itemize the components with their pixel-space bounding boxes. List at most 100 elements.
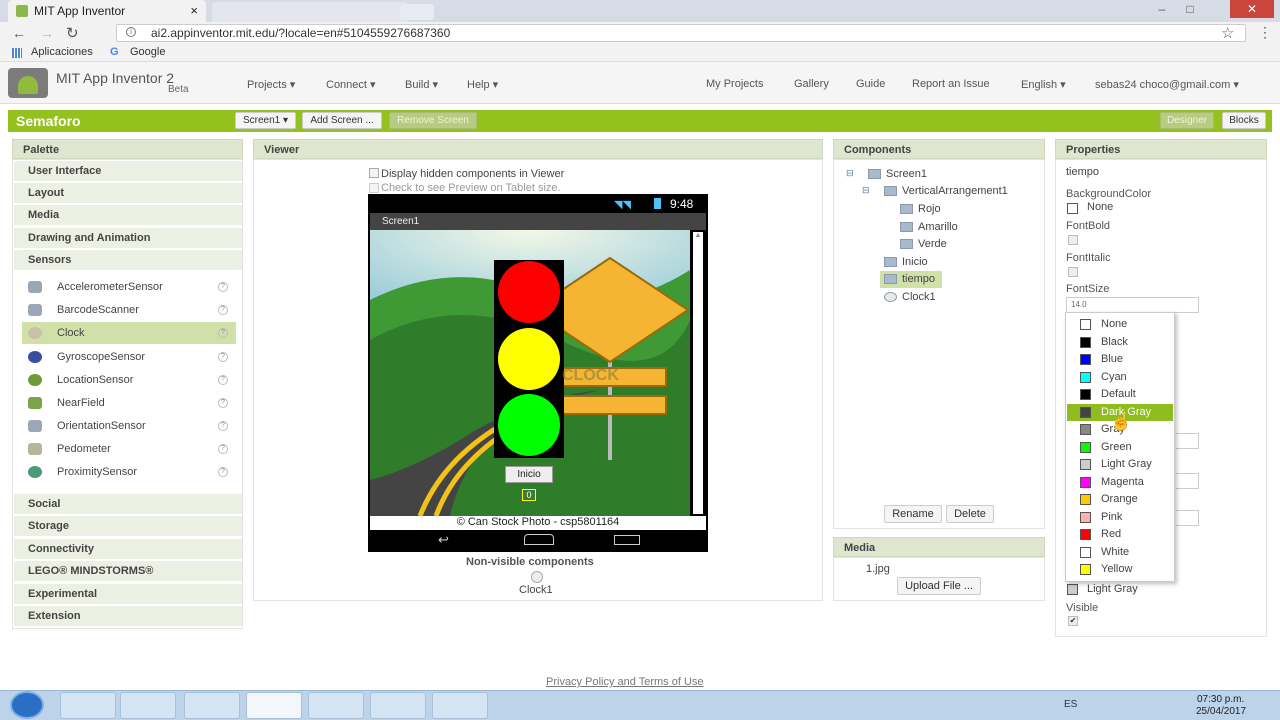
backgroundcolor-swatch[interactable] (1067, 203, 1078, 214)
property-input-partial[interactable] (1176, 473, 1199, 489)
bookmark-star-icon[interactable]: ☆ (1221, 24, 1234, 42)
link-gallery[interactable]: Gallery (794, 78, 829, 90)
upload-file-button[interactable]: Upload File ... (897, 577, 981, 595)
file-explorer-icon[interactable] (60, 692, 116, 719)
visible-checkbox[interactable]: ✔ (1068, 616, 1078, 626)
url-field[interactable]: ai2.appinventor.mit.edu/?locale=en#51045… (116, 24, 1246, 42)
add-screen-button[interactable]: Add Screen ... (302, 112, 382, 129)
media-player-icon[interactable] (120, 692, 176, 719)
textcolor-swatch[interactable] (1067, 584, 1078, 595)
help-icon[interactable]: ? (218, 282, 228, 292)
chrome-icon[interactable] (246, 692, 302, 719)
help-icon[interactable]: ? (218, 375, 228, 385)
reload-icon[interactable]: ↻ (66, 24, 79, 42)
tree-clock1[interactable]: Clock1 (884, 289, 936, 306)
category-extension[interactable]: Extension (14, 606, 242, 627)
category-connectivity[interactable]: Connectivity (14, 539, 242, 560)
help-icon[interactable]: ? (218, 444, 228, 454)
start-button[interactable] (10, 691, 44, 719)
tiempo-label[interactable]: 0 (522, 489, 536, 501)
menu-projects[interactable]: Projects ▾ (247, 78, 295, 91)
maximize-button[interactable]: □ (1178, 0, 1202, 18)
inicio-button[interactable]: Inicio (505, 466, 553, 483)
category-storage[interactable]: Storage (14, 516, 242, 537)
textcolor-value[interactable]: Light Gray (1087, 583, 1138, 595)
link-my-projects[interactable]: My Projects (706, 78, 763, 90)
color-option[interactable]: Magenta (1067, 474, 1173, 492)
category-user-interface[interactable]: User Interface (14, 161, 242, 182)
help-icon[interactable]: ? (218, 467, 228, 477)
color-option[interactable]: White (1067, 544, 1173, 562)
tree-rojo[interactable]: Rojo (900, 201, 941, 218)
new-tab-button[interactable] (400, 4, 434, 20)
nonvisible-clock1[interactable]: Clock1 (519, 584, 553, 596)
tree-screen1[interactable]: Screen1 (868, 166, 927, 183)
browser-tab[interactable]: MIT App Inventor × (8, 0, 206, 22)
palette-proximity[interactable]: ProximitySensor? (22, 461, 236, 483)
language-indicator[interactable]: ES (1064, 699, 1077, 710)
palette-location[interactable]: LocationSensor? (22, 369, 236, 391)
palette-orientation[interactable]: OrientationSensor? (22, 415, 236, 437)
hidden-components-checkbox[interactable] (369, 168, 379, 178)
tree-inicio[interactable]: Inicio (884, 254, 928, 271)
category-experimental[interactable]: Experimental (14, 584, 242, 605)
close-window-button[interactable]: ✕ (1230, 0, 1274, 18)
menu-build[interactable]: Build ▾ (405, 78, 438, 91)
tree-verticalarrangement1[interactable]: VerticalArrangement1 (884, 183, 1008, 200)
language-menu[interactable]: English ▾ (1021, 78, 1066, 91)
app-icon[interactable] (432, 692, 488, 719)
app-icon[interactable] (308, 692, 364, 719)
browser-tab-blank[interactable] (212, 2, 408, 22)
tree-tiempo[interactable]: tiempo (880, 271, 942, 288)
color-option[interactable]: Green (1067, 439, 1173, 457)
palette-clock[interactable]: Clock? (22, 322, 236, 344)
fontsize-input[interactable]: 14.0 (1066, 297, 1199, 313)
minimize-button[interactable]: – (1150, 0, 1174, 18)
collapse-arrangement-icon[interactable]: ⊟ (862, 185, 870, 196)
link-report-issue[interactable]: Report an Issue (912, 78, 990, 90)
tree-verde[interactable]: Verde (900, 236, 947, 253)
rename-button[interactable]: Rename (884, 505, 942, 523)
help-icon[interactable]: ? (218, 421, 228, 431)
color-option[interactable]: Orange (1067, 491, 1173, 509)
firefox-icon[interactable] (184, 692, 240, 719)
backgroundcolor-value[interactable]: None (1087, 201, 1113, 213)
color-option[interactable]: None (1067, 316, 1173, 334)
bookmark-google[interactable]: Google (130, 44, 165, 61)
app-icon[interactable] (370, 692, 426, 719)
menu-help[interactable]: Help ▾ (467, 78, 498, 91)
forward-arrow-icon[interactable]: → (40, 25, 54, 41)
designer-button[interactable]: Designer (1160, 112, 1214, 129)
blocks-button[interactable]: Blocks (1222, 112, 1266, 129)
color-option[interactable]: Pink (1067, 509, 1173, 527)
palette-barcode-scanner[interactable]: BarcodeScanner? (22, 299, 236, 321)
page-info-icon[interactable]: i (126, 27, 136, 37)
screen-select[interactable]: Screen1 ▾ (235, 112, 296, 129)
remove-screen-button[interactable]: Remove Screen (389, 112, 477, 129)
help-icon[interactable]: ? (218, 305, 228, 315)
property-input-partial[interactable] (1176, 433, 1199, 449)
browser-menu-icon[interactable]: ⋮ (1258, 24, 1272, 41)
help-icon[interactable]: ? (218, 352, 228, 362)
color-option[interactable]: Black (1067, 334, 1173, 352)
palette-accelerometer[interactable]: AccelerometerSensor? (22, 276, 236, 298)
scrollbar[interactable]: ▲ (693, 232, 703, 514)
tree-amarillo[interactable]: Amarillo (900, 219, 958, 236)
tablet-preview-checkbox[interactable] (369, 183, 379, 193)
color-option[interactable]: Cyan (1067, 369, 1173, 387)
fontbold-checkbox[interactable] (1068, 235, 1078, 245)
collapse-screen1-icon[interactable]: ⊟ (846, 168, 854, 179)
category-social[interactable]: Social (14, 494, 242, 515)
category-media[interactable]: Media (14, 205, 242, 226)
delete-button[interactable]: Delete (946, 505, 994, 523)
help-icon[interactable]: ? (218, 398, 228, 408)
tab-close-icon[interactable]: × (190, 0, 198, 22)
color-option[interactable]: Blue (1067, 351, 1173, 369)
color-option[interactable]: Red (1067, 526, 1173, 544)
privacy-link[interactable]: Privacy Policy and Terms of Use (546, 676, 704, 688)
fontitalic-checkbox[interactable] (1068, 267, 1078, 277)
palette-gyroscope[interactable]: GyroscopeSensor? (22, 346, 236, 368)
link-guide[interactable]: Guide (856, 78, 885, 90)
back-arrow-icon[interactable]: ← (12, 25, 26, 41)
category-layout[interactable]: Layout (14, 183, 242, 204)
